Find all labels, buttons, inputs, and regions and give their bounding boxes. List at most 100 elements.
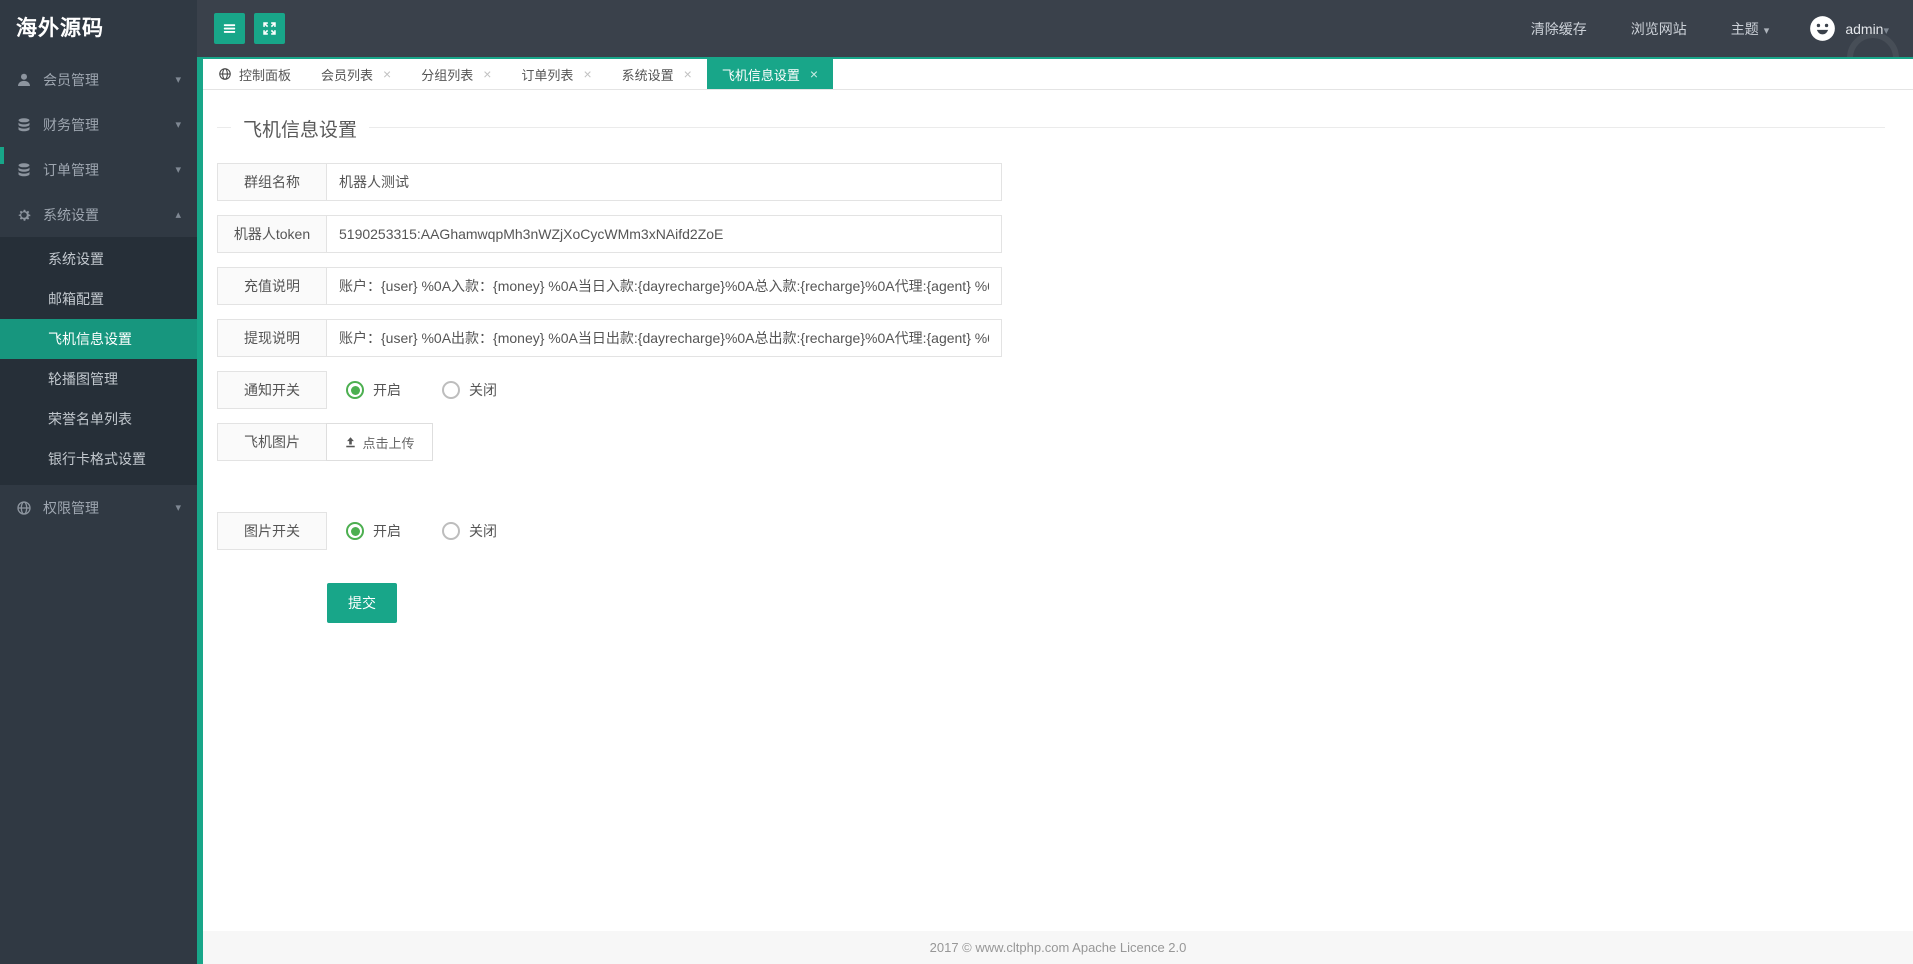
gear-icon	[16, 207, 32, 223]
topbar: 清除缓存 浏览网站 主题 ▾ admin▾	[197, 0, 1913, 57]
sidebar-item-finance[interactable]: 财务管理 ▾	[0, 102, 197, 147]
plane-image-label: 飞机图片	[217, 423, 327, 461]
close-icon[interactable]: ×	[483, 67, 491, 81]
page-title: 飞机信息设置	[231, 115, 370, 142]
close-icon[interactable]: ×	[810, 67, 818, 81]
form-row-plane-image: 飞机图片 点击上传	[217, 423, 1893, 461]
radio-label: 关闭	[469, 382, 497, 398]
close-icon[interactable]: ×	[684, 67, 692, 81]
clear-cache-link[interactable]: 清除缓存	[1531, 19, 1587, 39]
fullscreen-icon	[262, 21, 277, 36]
menu-icon	[222, 21, 237, 36]
bot-token-input[interactable]	[326, 215, 1002, 253]
app-window: 海外源码 会员管理 ▾ 财务管理 ▾ 订单管理 ▾ 系统设置 ▴ 系统设置 邮箱…	[0, 0, 1913, 964]
avatar[interactable]	[1809, 15, 1836, 42]
globe-icon	[218, 67, 232, 81]
notify-switch-off-radio[interactable]: 关闭	[442, 380, 497, 400]
radio-label: 开启	[373, 523, 401, 539]
upload-button[interactable]: 点击上传	[326, 423, 433, 461]
globe-icon	[16, 500, 32, 516]
sidebar-subitem-carousel-management[interactable]: 轮播图管理	[0, 359, 197, 399]
radio-unchecked-icon	[442, 381, 460, 399]
image-switch-radio-group: 开启 关闭	[346, 512, 538, 550]
radio-checked-icon	[346, 381, 364, 399]
sidebar-item-orders[interactable]: 订单管理 ▾	[0, 147, 197, 192]
sidebar-toggle-button[interactable]	[214, 13, 245, 44]
sidebar: 海外源码 会员管理 ▾ 财务管理 ▾ 订单管理 ▾ 系统设置 ▴ 系统设置 邮箱…	[0, 0, 197, 964]
chevron-down-icon: ▾	[175, 502, 181, 514]
chevron-up-icon: ▴	[175, 209, 181, 221]
app-logo: 海外源码	[16, 17, 104, 40]
withdraw-desc-input[interactable]	[326, 319, 1002, 357]
user-icon	[16, 72, 32, 88]
sidebar-subitem-plane-info-settings[interactable]: 飞机信息设置	[0, 319, 197, 359]
sidebar-item-permissions[interactable]: 权限管理 ▾	[0, 485, 197, 530]
tab-label: 系统设置	[621, 67, 674, 83]
notify-switch-radio-group: 开启 关闭	[346, 371, 538, 409]
notify-switch-label: 通知开关	[217, 371, 327, 409]
radio-label: 开启	[373, 382, 401, 398]
tab-label: 会员列表	[321, 67, 374, 83]
database-icon	[16, 117, 32, 133]
sidebar-subitem-system-settings[interactable]: 系统设置	[0, 239, 197, 279]
image-switch-on-radio[interactable]: 开启	[346, 521, 401, 541]
tab-plane-info-settings[interactable]: 飞机信息设置 ×	[706, 59, 834, 89]
chevron-down-icon: ▾	[1763, 24, 1770, 37]
group-name-input[interactable]	[326, 163, 1002, 201]
image-switch-label: 图片开关	[217, 512, 327, 550]
tab-label: 分组列表	[421, 67, 474, 83]
form-row-image-switch: 图片开关 开启 关闭	[217, 512, 1893, 550]
sidebar-item-label: 会员管理	[43, 71, 99, 88]
main-area: 清除缓存 浏览网站 主题 ▾ admin▾ 控制面板 会员列表 × 分组列表 ×…	[197, 0, 1913, 964]
sidebar-subitem-email-config[interactable]: 邮箱配置	[0, 279, 197, 319]
tab-dashboard[interactable]: 控制面板	[203, 59, 306, 89]
close-icon[interactable]: ×	[383, 67, 391, 81]
theme-dropdown[interactable]: 主题 ▾	[1731, 19, 1770, 39]
browse-site-link[interactable]: 浏览网站	[1631, 19, 1687, 39]
image-switch-off-radio[interactable]: 关闭	[442, 521, 497, 541]
withdraw-desc-label: 提现说明	[217, 319, 327, 357]
plane-info-form: 群组名称 机器人token 充值说明 提现说明	[217, 163, 1893, 623]
sidebar-item-members[interactable]: 会员管理 ▾	[0, 57, 197, 102]
section-divider: 飞机信息设置	[217, 115, 1885, 142]
tab-order-list[interactable]: 订单列表 ×	[506, 59, 606, 89]
chevron-down-icon: ▾	[175, 164, 181, 176]
workspace: 控制面板 会员列表 × 分组列表 × 订单列表 × 系统设置 × 飞机信息设置 …	[197, 57, 1913, 964]
close-icon[interactable]: ×	[583, 67, 591, 81]
chevron-down-icon: ▾	[175, 119, 181, 131]
sidebar-subitem-bank-card-format[interactable]: 银行卡格式设置	[0, 439, 197, 479]
tab-group-list[interactable]: 分组列表 ×	[406, 59, 506, 89]
content-panel: 飞机信息设置 群组名称 机器人token 充值说明	[203, 90, 1913, 931]
form-row-withdraw-desc: 提现说明	[217, 319, 1893, 357]
sidebar-subitem-honor-list[interactable]: 荣誉名单列表	[0, 399, 197, 439]
tabbar: 控制面板 会员列表 × 分组列表 × 订单列表 × 系统设置 × 飞机信息设置 …	[203, 57, 1913, 90]
footer-copyright: 2017 © www.cltphp.com Apache Licence 2.0	[929, 940, 1187, 955]
database-icon	[16, 162, 32, 178]
chevron-down-icon: ▾	[175, 74, 181, 86]
recharge-desc-label: 充值说明	[217, 267, 327, 305]
tab-system-settings[interactable]: 系统设置 ×	[607, 59, 707, 89]
group-name-label: 群组名称	[217, 163, 327, 201]
tab-label: 订单列表	[521, 67, 574, 83]
sidebar-item-label: 权限管理	[43, 499, 99, 516]
sidebar-item-system-settings[interactable]: 系统设置 ▴	[0, 192, 197, 237]
topbar-right: 清除缓存 浏览网站 主题 ▾ admin▾	[1487, 15, 1889, 42]
sidebar-item-label: 财务管理	[43, 116, 99, 133]
form-row-group-name: 群组名称	[217, 163, 1893, 201]
tab-label: 控制面板	[239, 67, 292, 83]
notify-switch-on-radio[interactable]: 开启	[346, 380, 401, 400]
sidebar-item-label: 订单管理	[43, 161, 99, 178]
form-row-recharge-desc: 充值说明	[217, 267, 1893, 305]
recharge-desc-input[interactable]	[326, 267, 1002, 305]
sidebar-submenu-system-settings: 系统设置 邮箱配置 飞机信息设置 轮播图管理 荣誉名单列表 银行卡格式设置	[0, 237, 197, 485]
footer: 2017 © www.cltphp.com Apache Licence 2.0	[203, 931, 1913, 964]
radio-checked-icon	[346, 522, 364, 540]
form-row-bot-token: 机器人token	[217, 215, 1893, 253]
upload-button-label: 点击上传	[362, 435, 415, 451]
tab-member-list[interactable]: 会员列表 ×	[306, 59, 406, 89]
bot-token-label: 机器人token	[217, 215, 327, 253]
upload-icon	[344, 436, 357, 449]
submit-button[interactable]: 提交	[327, 583, 397, 623]
sidebar-item-label: 系统设置	[43, 206, 99, 223]
fullscreen-button[interactable]	[254, 13, 285, 44]
